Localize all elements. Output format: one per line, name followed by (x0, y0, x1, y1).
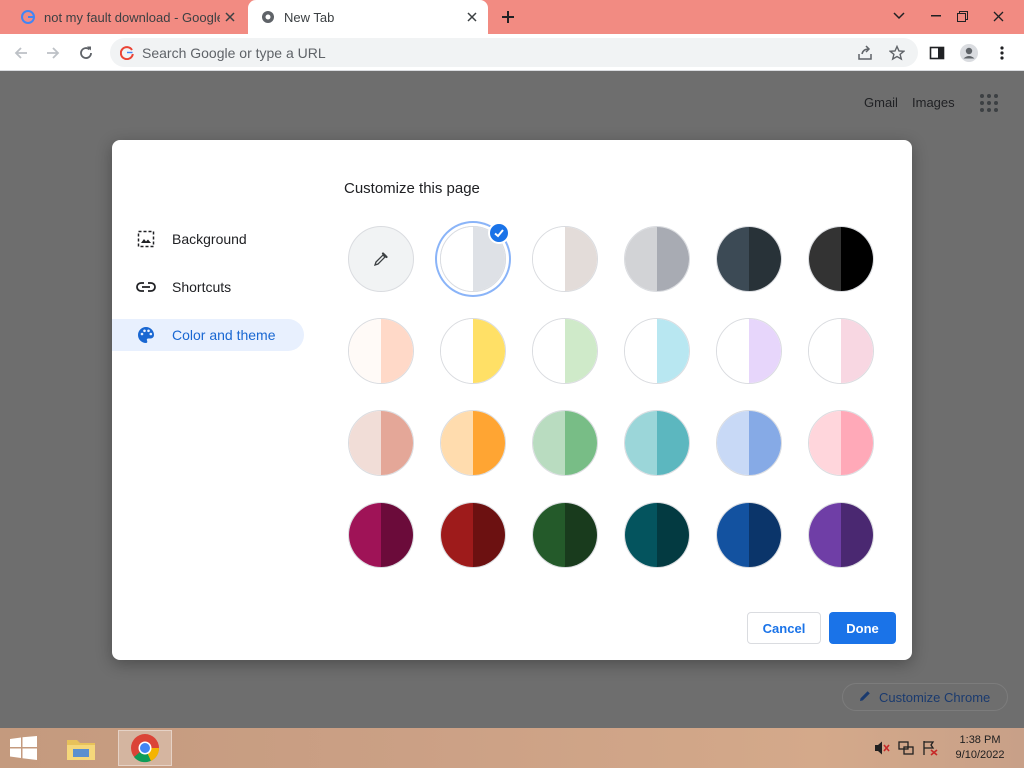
menu-item-color-and-theme[interactable]: Color and theme (112, 319, 304, 351)
google-g-icon (20, 9, 36, 25)
color-swatch[interactable] (716, 318, 782, 384)
color-swatch[interactable] (624, 502, 690, 568)
bookmark-star-icon[interactable] (884, 40, 910, 66)
side-panel-icon[interactable] (924, 40, 950, 66)
tab-title: New Tab (284, 9, 335, 25)
speaker-muted-icon[interactable] (874, 740, 890, 756)
tab-strip: not my fault download - Google New Tab (0, 0, 1024, 34)
custom-color-swatch[interactable] (348, 226, 414, 292)
forward-button[interactable] (40, 40, 66, 66)
color-swatch[interactable] (532, 410, 598, 476)
pencil-icon (859, 690, 871, 705)
color-swatch[interactable] (716, 502, 782, 568)
omnibox[interactable] (110, 38, 918, 67)
color-swatch[interactable] (532, 226, 598, 292)
windows-start-icon[interactable] (10, 736, 38, 760)
color-swatch[interactable] (440, 318, 506, 384)
color-swatch[interactable] (808, 226, 874, 292)
clock-date: 9/10/2022 (955, 749, 1005, 761)
file-explorer-icon[interactable] (58, 730, 104, 766)
chrome-taskbar-icon[interactable] (118, 730, 172, 766)
google-g-icon (120, 45, 134, 60)
color-swatch[interactable] (440, 502, 506, 568)
tab-title: not my fault download - Google (44, 9, 220, 25)
dialog-title: Customize this page (344, 180, 480, 197)
close-tab-icon[interactable] (462, 7, 482, 27)
image-icon (136, 229, 156, 249)
reload-button[interactable] (73, 40, 99, 66)
palette-icon (136, 325, 156, 345)
profile-avatar-icon[interactable] (956, 40, 982, 66)
google-apps-icon[interactable] (980, 94, 998, 112)
color-swatch[interactable] (716, 410, 782, 476)
close-window-button[interactable] (982, 4, 1014, 28)
color-swatch[interactable] (348, 318, 414, 384)
menu-item-label: Background (172, 231, 247, 247)
close-tab-icon[interactable] (220, 7, 240, 27)
windows-taskbar: 1:38 PM 9/10/2022 (0, 728, 1024, 768)
link-icon (136, 277, 156, 297)
kebab-menu-icon[interactable] (989, 40, 1015, 66)
menu-item-background[interactable]: Background (112, 223, 304, 255)
color-swatch[interactable] (624, 410, 690, 476)
done-button[interactable]: Done (829, 612, 896, 644)
color-swatch[interactable] (624, 226, 690, 292)
eyedropper-icon (373, 252, 388, 267)
menu-item-label: Color and theme (172, 327, 276, 343)
address-input[interactable] (142, 44, 822, 61)
menu-item-shortcuts[interactable]: Shortcuts (112, 271, 304, 303)
color-swatch[interactable] (348, 410, 414, 476)
system-clock[interactable]: 1:38 PM 9/10/2022 (950, 733, 1010, 763)
back-button[interactable] (8, 40, 34, 66)
tab-search-chevron-icon[interactable] (883, 4, 915, 28)
cancel-button[interactable]: Cancel (747, 612, 821, 644)
color-swatch[interactable] (532, 502, 598, 568)
color-swatch[interactable] (624, 318, 690, 384)
color-swatch[interactable] (440, 410, 506, 476)
chrome-icon (260, 9, 276, 25)
action-center-flag-icon[interactable] (922, 740, 938, 756)
color-swatch[interactable] (532, 318, 598, 384)
color-swatch[interactable] (808, 502, 874, 568)
menu-item-label: Shortcuts (172, 279, 232, 295)
clock-time: 1:38 PM (959, 734, 1001, 746)
tab-new-tab[interactable]: New Tab (248, 0, 488, 34)
restore-button[interactable] (946, 4, 978, 28)
images-link[interactable]: Images (912, 95, 955, 110)
tab-google-search[interactable]: not my fault download - Google (8, 0, 246, 34)
color-swatch[interactable] (808, 318, 874, 384)
browser-toolbar (0, 34, 1024, 71)
color-swatch[interactable] (808, 410, 874, 476)
network-icon[interactable] (898, 740, 914, 756)
gmail-link[interactable]: Gmail (864, 95, 898, 110)
color-swatch[interactable] (348, 502, 414, 568)
customize-dialog: Customize this page Background Shortcuts… (112, 140, 912, 660)
selected-check-icon (488, 222, 510, 244)
customize-chrome-button[interactable]: Customize Chrome (842, 683, 1008, 711)
share-icon[interactable] (852, 40, 878, 66)
color-swatch[interactable] (716, 226, 782, 292)
customize-chrome-label: Customize Chrome (879, 689, 991, 705)
new-tab-button[interactable] (496, 5, 520, 29)
